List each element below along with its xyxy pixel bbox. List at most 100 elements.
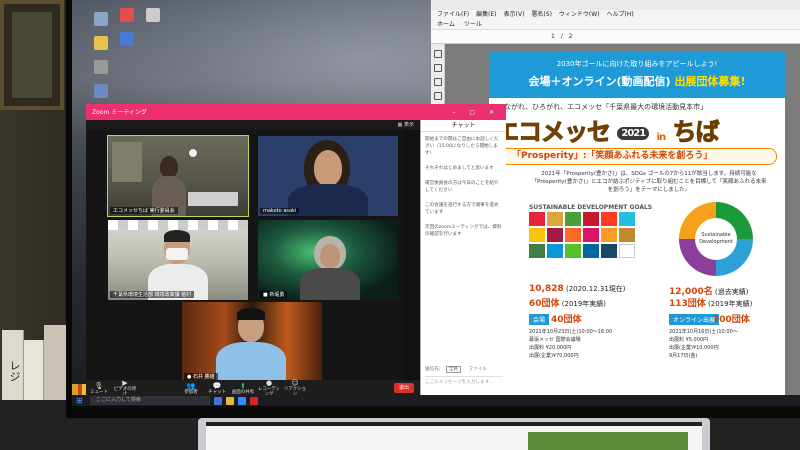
stat-3: 60団体 (2019年実績): [529, 299, 607, 309]
sdg-goal-icon: [601, 244, 617, 258]
chat-message: 次回のzoomミーティングでは、資料の確認を行います: [425, 225, 502, 237]
prosperity-theme: 「Prosperity」:「笑顔あふれる未来を創ろう」: [497, 148, 777, 165]
participant-name: 千葉県環境生活部 環境政策課 植村: [110, 291, 195, 298]
flyer-title: エコメッセ 2021 in ちば: [495, 112, 720, 147]
title-in: in: [656, 132, 666, 143]
bookmark-icon[interactable]: [433, 64, 442, 72]
zoom-control-bar: 🎙ミュート ▶ビデオの停止 👥参加者 💬チャット ⬆画面の共有 ●レコーディング…: [86, 379, 420, 397]
sdg-goal-icon: [529, 228, 545, 242]
mic-icon: 🎙: [94, 381, 104, 390]
participant-name: ■ 新堀勇: [260, 291, 288, 298]
thumbnail-icon[interactable]: [433, 50, 442, 58]
menu-sign[interactable]: 署名(S): [531, 10, 552, 20]
zoom-icon[interactable]: [238, 396, 246, 405]
title-year: 2021: [617, 126, 650, 140]
stat-1: 10,828 (2020.12.31現在): [529, 284, 626, 294]
menu-view[interactable]: 表示(V): [504, 10, 525, 20]
attachment-icon[interactable]: [433, 78, 442, 86]
sdg-goal-icon: [583, 228, 599, 242]
video-tile[interactable]: ■ 新堀勇: [258, 220, 398, 300]
venue-details: 2021年10月23日(土)10:00〜16:00 幕張メッセ 国際会議場 出展…: [529, 329, 613, 359]
tab-home[interactable]: ホーム: [437, 20, 455, 29]
chat-message: それぞれはじめましてと思います: [425, 166, 494, 171]
stat-4: 113団体 (2019年実績): [669, 299, 753, 309]
taskbar-search[interactable]: ここに入力して検索: [90, 396, 210, 405]
video-icon: ▶: [122, 379, 128, 387]
leave-button[interactable]: 退出: [394, 383, 414, 393]
participants-button[interactable]: 👥 参加者: [178, 382, 204, 395]
video-tile[interactable]: エコメッセちば 実行委員会: [107, 135, 249, 217]
flyer-banner: 2030年ゴールに向けた取り組みをアピールしよう! 会場＋オンライン(動画配信)…: [489, 52, 785, 98]
acrobat-icon[interactable]: [250, 396, 258, 405]
banner-line2-right: 出展団体募集!: [674, 75, 746, 88]
menu-edit[interactable]: 編集(E): [476, 10, 496, 20]
pdf-tabs: ホーム ツール: [431, 20, 800, 30]
app-icon[interactable]: [90, 84, 112, 98]
app-icon[interactable]: [116, 32, 138, 46]
tab-tools[interactable]: ツール: [464, 20, 482, 29]
sdg-goal-icon: [547, 244, 563, 258]
book-spine-text: レジ: [8, 360, 21, 382]
venue-count: 40団体: [551, 315, 582, 325]
sdg-goal-icon: [565, 212, 581, 226]
laptop-video: [528, 432, 688, 450]
online-count: 100団体: [713, 315, 750, 325]
video-tile[interactable]: makoto asaki: [258, 136, 398, 216]
folder-icon[interactable]: [90, 36, 112, 50]
video-tile[interactable]: 千葉県環境生活部 環境政策課 植村: [108, 220, 248, 300]
section-venue: 会場: [529, 314, 550, 325]
pdf-title-bar: [431, 0, 800, 10]
sdg-goal-icon: [619, 228, 635, 242]
menu-file[interactable]: ファイル(F): [437, 10, 469, 20]
face-mask: [166, 248, 188, 260]
sdg-logo-icon: [619, 244, 635, 258]
sdg-goal-icon: [529, 212, 545, 226]
sdg-label: SUSTAINABLE DEVELOPMENT GOALS: [529, 204, 653, 211]
participant-name: エコメッセちば 実行委員会: [110, 207, 178, 214]
chat-title: チャット: [421, 120, 506, 132]
explorer-icon[interactable]: [226, 396, 234, 405]
menu-help[interactable]: ヘルプ(H): [607, 10, 634, 20]
start-icon[interactable]: ⊞: [76, 396, 86, 405]
laptop-bar: [206, 422, 702, 426]
comment-icon[interactable]: [433, 92, 442, 100]
sdg-goal-icon: [565, 228, 581, 242]
online-details: 2021年10月16日(土)10:00〜 出展料 ¥5,000円 出展(企業)¥…: [669, 329, 738, 359]
recipient-select[interactable]: 全員: [445, 366, 462, 373]
banner-line2: 会場＋オンライン(動画配信) 出展団体募集!: [489, 69, 785, 89]
chat-messages: 開始までの間はご自由にお話しください（15:00になりしたら開始します） それぞ…: [421, 132, 506, 250]
gallery-view: エコメッセちば 実行委員会 makoto asaki 千葉県環境生活部 環境政策…: [86, 130, 404, 382]
mute-button[interactable]: 🎙 ミュート: [86, 382, 112, 395]
taskbar: ⊞ ここに入力して検索: [72, 395, 800, 406]
flyer-intro: 2021年「Prosperity(豊かさ)」は、SDGs ゴールの7から11が該…: [531, 171, 767, 193]
app-icon[interactable]: [142, 8, 164, 22]
page-indicator[interactable]: 1 / 2: [551, 33, 574, 40]
app-icon[interactable]: [90, 60, 112, 74]
wall-picture-frame: [0, 0, 64, 110]
sdg-goal-icon: [547, 228, 563, 242]
wheel-text: Sustainable Development: [695, 218, 737, 260]
banner-line2-left: 会場＋オンライン(動画配信): [528, 75, 671, 88]
video-tile[interactable]: ● 石井 勝雄: [182, 302, 322, 382]
menu-window[interactable]: ウィンドウ(W): [559, 10, 600, 20]
file-button[interactable]: ファイル: [468, 367, 486, 372]
sdg-icon-grid: [529, 212, 637, 258]
view-toggle[interactable]: ▦ 表示: [398, 122, 414, 128]
share-screen-button[interactable]: ⬆ 画面の共有: [230, 382, 256, 395]
chat-message: 開始までの間はご自由にお話しください（15:00になりしたら開始します）: [425, 137, 499, 156]
sdg-goal-icon: [619, 212, 635, 226]
section-online: オンライン出展: [669, 314, 720, 325]
chat-input[interactable]: ここにメッセージを入力します...: [425, 376, 503, 388]
laptop: [198, 418, 710, 450]
reaction-icon: ☺: [291, 379, 299, 387]
record-icon: ●: [265, 379, 273, 387]
sdg-goal-icon: [547, 212, 563, 226]
window-controls[interactable]: – ▢ ✕: [452, 106, 500, 120]
zoom-window-title: Zoom ミーティング: [92, 109, 147, 116]
chat-button[interactable]: 💬 チャット: [204, 382, 230, 395]
edge-icon[interactable]: [214, 396, 222, 405]
participant-name: ● 石井 勝雄: [184, 373, 218, 380]
share-icon: ⬆: [240, 381, 246, 390]
recycle-bin-icon[interactable]: [90, 12, 112, 26]
app-icon[interactable]: [116, 8, 138, 22]
